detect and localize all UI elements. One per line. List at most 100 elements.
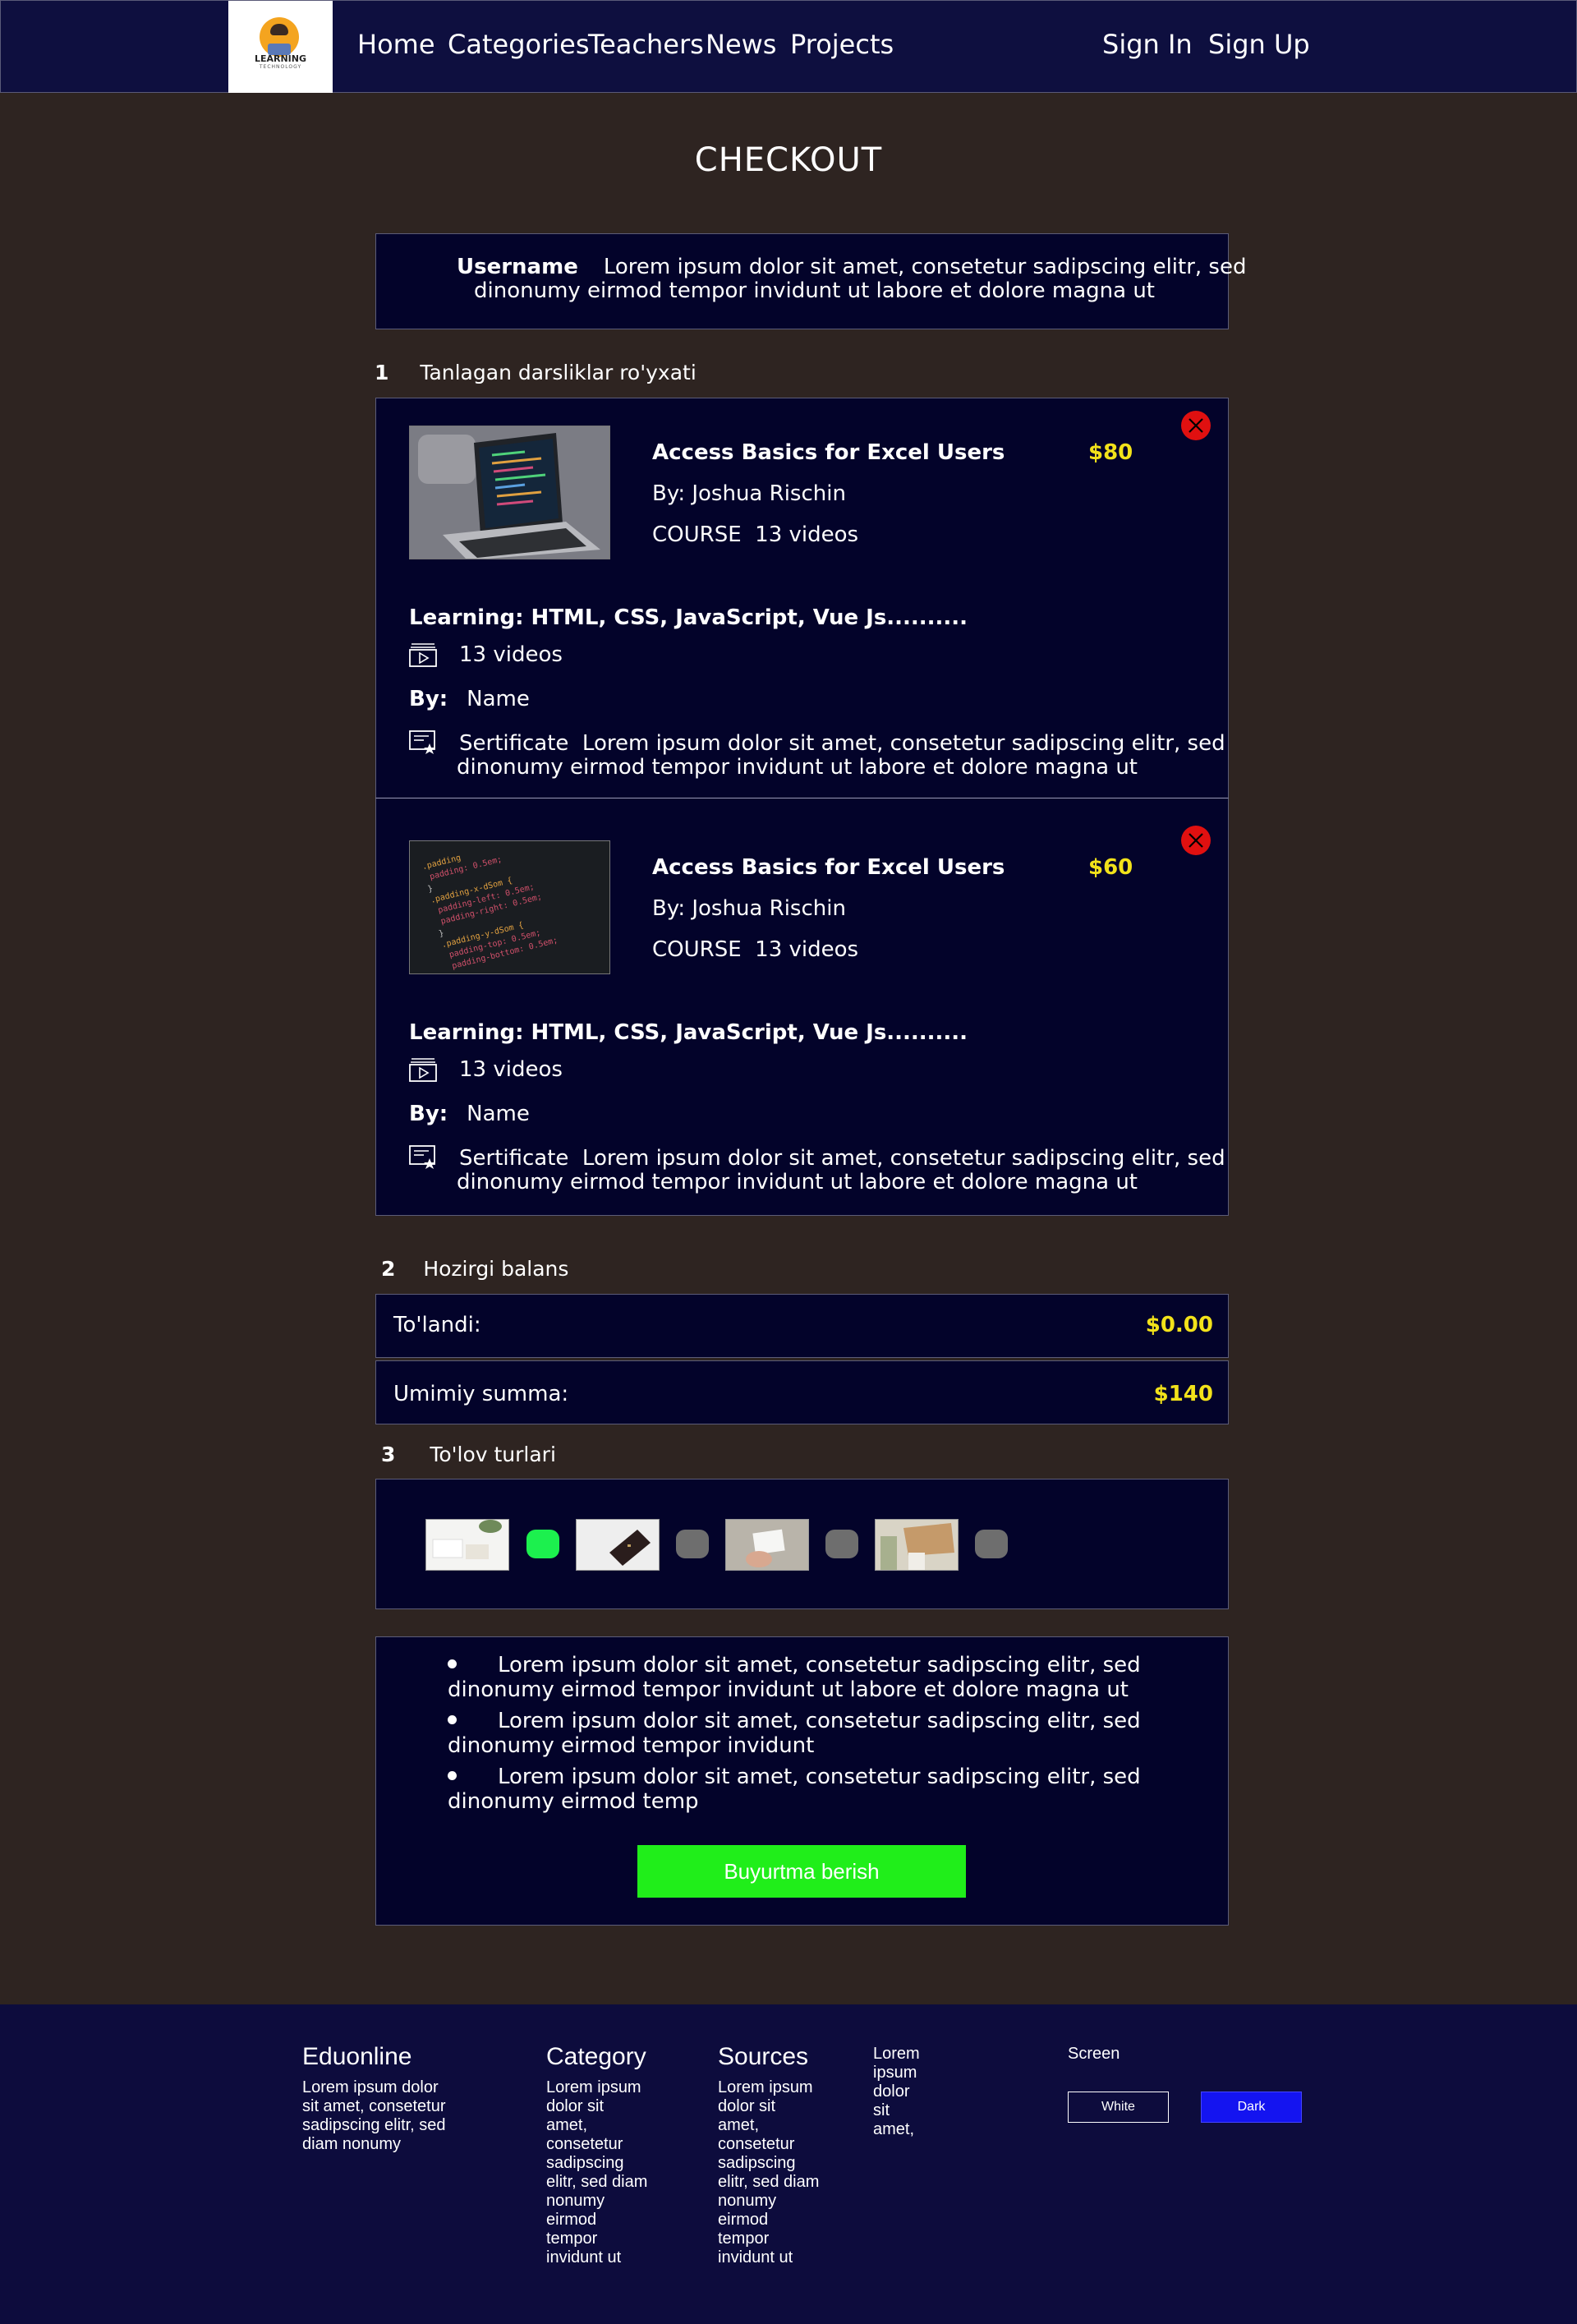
video-list-icon	[409, 643, 437, 667]
terms-item-line1: Lorem ipsum dolor sit amet, consetetur s…	[498, 1653, 1141, 1677]
certificate-icon	[409, 730, 435, 754]
section-2-header: 2 Hozirgi balans	[381, 1257, 568, 1281]
top-navbar: LEARNING TECHNOLOGY Home Categories Teac…	[0, 0, 1577, 93]
payment-radio-1[interactable]	[526, 1530, 559, 1558]
course-by-label: By:	[409, 687, 448, 711]
payment-option-card-4[interactable]	[875, 1519, 959, 1571]
user-info-line1: Username Lorem ipsum dolor sit amet, cons…	[457, 255, 1246, 279]
footer-col3-title: Sources	[718, 2043, 809, 2070]
terms-item-line2: dinonumy eirmod temp	[448, 1789, 699, 1814]
site-logo[interactable]: LEARNING TECHNOLOGY	[228, 1, 333, 93]
nav-teachers[interactable]: Teachers	[588, 29, 704, 60]
theme-white-button[interactable]: White	[1068, 2092, 1169, 2123]
terms-item: Lorem ipsum dolor sit amet, consetetur s…	[448, 1653, 1162, 1702]
footer-col1-line: sit amet, consetetur	[302, 2097, 446, 2115]
payment-radio-2[interactable]	[676, 1530, 709, 1558]
nav-home[interactable]: Home	[357, 29, 435, 60]
payment-option-card-1[interactable]	[425, 1519, 509, 1571]
course-certificate-line1: Sertificate Lorem ipsum dolor sit amet, …	[459, 1146, 1225, 1171]
section-1-label: Tanlagan darsliklar ro'yxati	[420, 361, 697, 384]
paid-value: $0.00	[1145, 1313, 1213, 1337]
footer-col4-line: Lorem	[873, 2045, 920, 2063]
remove-course-button[interactable]	[1181, 411, 1211, 440]
course-meta: COURSE 13 videos	[652, 937, 859, 962]
course-title: Access Basics for Excel Users	[652, 440, 1005, 465]
logo-text: LEARNING	[254, 53, 307, 64]
sign-in-link[interactable]: Sign In	[1102, 29, 1193, 60]
footer-col2-line: eirmod	[546, 2211, 597, 2229]
user-info-panel: Username Lorem ipsum dolor sit amet, cons…	[375, 233, 1246, 329]
nav-projects[interactable]: Projects	[790, 29, 894, 60]
bullet-icon	[448, 1715, 457, 1724]
course-thumbnail-laptop	[409, 426, 610, 559]
footer-col2-line: invidunt ut	[546, 2248, 622, 2266]
place-order-button[interactable]: Buyurtma berish	[637, 1845, 966, 1898]
sign-up-link[interactable]: Sign Up	[1208, 29, 1310, 60]
payment-option-card-2[interactable]	[576, 1519, 660, 1571]
terms-item: Lorem ipsum dolor sit amet, consetetur s…	[448, 1765, 1162, 1814]
section-3-number: 3	[381, 1443, 396, 1466]
footer-col3-text: Lorem ipsum dolor sit amet, consetetur s…	[718, 2078, 819, 2267]
course-certificate-line1: Sertificate Lorem ipsum dolor sit amet, …	[459, 731, 1225, 756]
footer-col3-line: invidunt ut	[718, 2248, 793, 2266]
course-price: $80	[1088, 440, 1133, 465]
course-by-label: By:	[409, 1102, 448, 1126]
footer-col2-line: Lorem ipsum	[546, 2078, 641, 2096]
page-title: CHECKOUT	[694, 141, 883, 179]
course-certificate-line2: dinonumy eirmod tempor invidunt ut labor…	[457, 1170, 1138, 1194]
section-2-number: 2	[381, 1257, 396, 1281]
course-title: Access Basics for Excel Users	[652, 855, 1005, 880]
footer-col4-line: dolor	[873, 2082, 910, 2101]
footer-col3-line: eirmod	[718, 2211, 769, 2229]
user-text-line2: dinonumy eirmod tempor invidunt ut labor…	[474, 278, 1155, 303]
course-by-name: Name	[467, 1102, 530, 1126]
section-1-number: 1	[375, 361, 389, 384]
course-by-name: Name	[467, 687, 530, 711]
footer-col2-line: consetetur	[546, 2135, 623, 2153]
payment-radio-3[interactable]	[825, 1530, 858, 1558]
course-thumbnail-code: .padding padding: 0.5em; } .padding-x-dS…	[409, 840, 610, 974]
payment-methods-panel	[375, 1479, 1229, 1609]
footer-col3-line: sadipscing	[718, 2154, 796, 2172]
footer-col4-line: amet,	[873, 2120, 915, 2138]
remove-course-button[interactable]	[1181, 826, 1211, 855]
footer-col3-line: nonumy	[718, 2192, 777, 2210]
course-author: By: Joshua Rischin	[652, 481, 846, 506]
paid-label: To'landi:	[393, 1313, 481, 1337]
terms-item: Lorem ipsum dolor sit amet, consetetur s…	[448, 1709, 1162, 1758]
nav-news[interactable]: News	[706, 29, 776, 60]
terms-item-line2: dinonumy eirmod tempor invidunt	[448, 1733, 815, 1758]
section-3-header: 3 To'lov turlari	[381, 1443, 556, 1466]
footer-col2-text: Lorem ipsum dolor sit amet, consetetur s…	[546, 2078, 647, 2267]
footer-col3-line: Lorem ipsum	[718, 2078, 813, 2096]
terms-item-line1: Lorem ipsum dolor sit amet, consetetur s…	[498, 1709, 1141, 1733]
course-card: Access Basics for Excel Users $80 By: Jo…	[375, 398, 1229, 798]
footer-col2-line: nonumy	[546, 2192, 605, 2210]
footer-col2-line: sadipscing	[546, 2154, 624, 2172]
payment-radio-4[interactable]	[975, 1530, 1008, 1558]
footer-col1-line: Lorem ipsum dolor	[302, 2078, 439, 2096]
bullet-icon	[448, 1659, 457, 1668]
course-card: .padding padding: 0.5em; } .padding-x-dS…	[375, 798, 1229, 1216]
course-learning: Learning: HTML, CSS, JavaScript, Vue Js.…	[409, 605, 968, 630]
theme-dark-button[interactable]: Dark	[1201, 2092, 1302, 2123]
logo-subtext: TECHNOLOGY	[259, 64, 302, 70]
svg-text:}: }	[449, 973, 457, 974]
footer-col1-text: Lorem ipsum dolor sit amet, consetetur s…	[302, 2078, 446, 2154]
course-video-count: 13 videos	[459, 1057, 563, 1082]
close-icon	[1188, 418, 1203, 433]
total-label: Umimiy summa:	[393, 1382, 569, 1406]
course-learning: Learning: HTML, CSS, JavaScript, Vue Js.…	[409, 1020, 968, 1045]
nav-categories[interactable]: Categories	[448, 29, 589, 60]
footer-col3-line: tempor	[718, 2230, 770, 2248]
course-meta: COURSE 13 videos	[652, 522, 859, 547]
payment-option-card-3[interactable]	[725, 1519, 809, 1571]
course-by-row: By: Name	[409, 1102, 530, 1126]
footer-col4-text: Lorem ipsum dolor sit amet,	[873, 2045, 920, 2139]
screen-theme-label: Screen	[1068, 2045, 1120, 2063]
section-2-label: Hozirgi balans	[423, 1257, 569, 1281]
user-text-line1: Lorem ipsum dolor sit amet, consetetur s…	[603, 255, 1247, 279]
footer-col2-line: tempor	[546, 2230, 598, 2248]
footer-col1-title: Eduonline	[302, 2043, 412, 2070]
total-row: Umimiy summa: $140	[375, 1360, 1229, 1424]
